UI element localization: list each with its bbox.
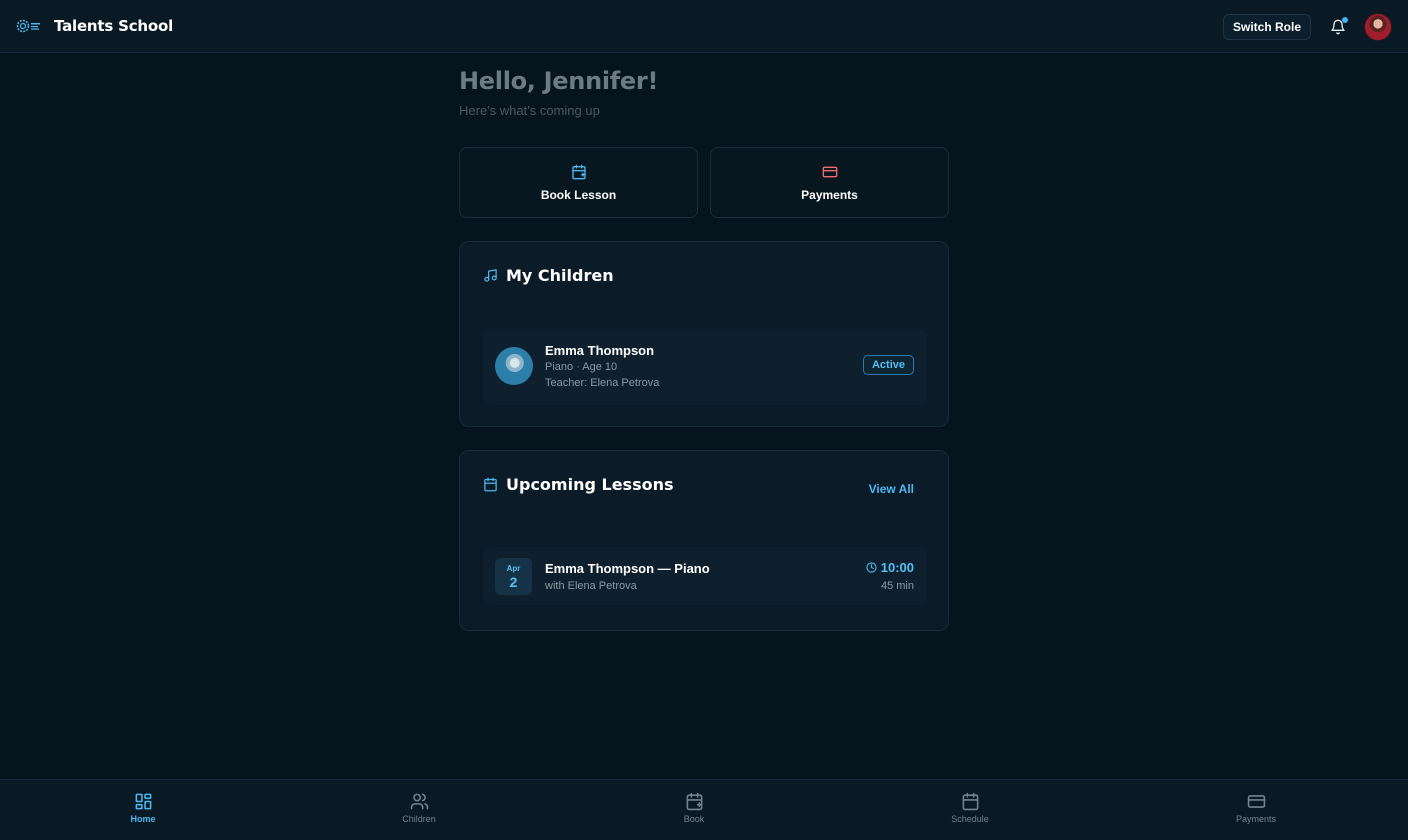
calendar-icon [962, 792, 978, 811]
nav-payments-label: Payments [1235, 814, 1277, 824]
page-subtitle: Here's what's coming up [459, 103, 600, 118]
payments-button[interactable]: Payments [710, 147, 949, 218]
calendar-plus-icon [571, 164, 586, 179]
nav-home[interactable]: Home [103, 792, 183, 824]
book-lesson-label: Book Lesson [540, 187, 617, 202]
payments-label: Payments [801, 187, 858, 202]
user-avatar[interactable] [1364, 12, 1392, 41]
calendar-icon [484, 477, 497, 492]
notification-dot [1342, 16, 1348, 23]
users-icon [410, 793, 428, 810]
child-name: Emma Thompson [545, 343, 655, 358]
upcoming-lessons-title: Upcoming Lessons [506, 475, 674, 494]
status-badge: Active [862, 355, 914, 375]
child-list-item[interactable]: Emma Thompson Piano · Age 10 Teacher: El… [483, 329, 927, 405]
child-teacher: Teacher: Elena Petrova [545, 377, 660, 389]
lesson-time: 10:00 [866, 560, 914, 575]
switch-role-button[interactable]: Switch Role [1222, 13, 1311, 40]
bottom-nav: Home Children Book Schedule Payments [0, 779, 1408, 840]
music-note-icon [484, 269, 497, 282]
lesson-time-value: 10:00 [880, 560, 914, 575]
child-avatar [495, 347, 533, 385]
credit-card-icon [1247, 795, 1265, 808]
app-name: Talents School [54, 17, 174, 35]
book-lesson-button[interactable]: Book Lesson [459, 147, 698, 218]
page-title: Hello, Jennifer! [459, 67, 659, 95]
calendar-plus-icon [686, 792, 702, 811]
nav-payments[interactable]: Payments [1216, 792, 1296, 824]
lesson-duration: 45 min [880, 580, 914, 592]
nav-book[interactable]: Book [654, 792, 734, 824]
lesson-title: Emma Thompson — Piano [545, 561, 710, 576]
logo-icon [16, 16, 42, 36]
lesson-date: Apr 2 [495, 558, 532, 595]
brand[interactable]: Talents School [16, 16, 173, 36]
quick-actions: Book Lesson Payments [459, 147, 949, 218]
nav-schedule[interactable]: Schedule [930, 792, 1010, 824]
child-info: Piano · Age 10 [545, 361, 618, 373]
nav-children-label: Children [402, 814, 436, 824]
nav-children[interactable]: Children [379, 792, 459, 824]
view-all-link[interactable]: View All [869, 482, 914, 496]
lesson-day: 2 [509, 573, 518, 590]
credit-card-icon [822, 166, 837, 177]
my-children-card: My Children Emma Thompson Piano · Age 10… [459, 241, 949, 427]
grid-icon [135, 793, 151, 810]
lesson-teacher: with Elena Petrova [545, 580, 637, 592]
my-children-title: My Children [506, 266, 614, 285]
lesson-list-item[interactable]: Apr 2 Emma Thompson — Piano with Elena P… [483, 547, 927, 605]
notifications-button[interactable] [1328, 16, 1348, 37]
top-bar: Talents School Switch Role [0, 0, 1408, 53]
nav-schedule-label: Schedule [951, 814, 989, 824]
nav-home-label: Home [130, 814, 156, 824]
nav-book-label: Book [683, 814, 705, 824]
main-content: Hello, Jennifer! Here's what's coming up… [459, 53, 949, 631]
clock-icon [866, 562, 877, 573]
lesson-month: Apr [506, 563, 521, 573]
upcoming-lessons-card: Upcoming Lessons View All Apr 2 Emma Tho… [459, 450, 949, 631]
